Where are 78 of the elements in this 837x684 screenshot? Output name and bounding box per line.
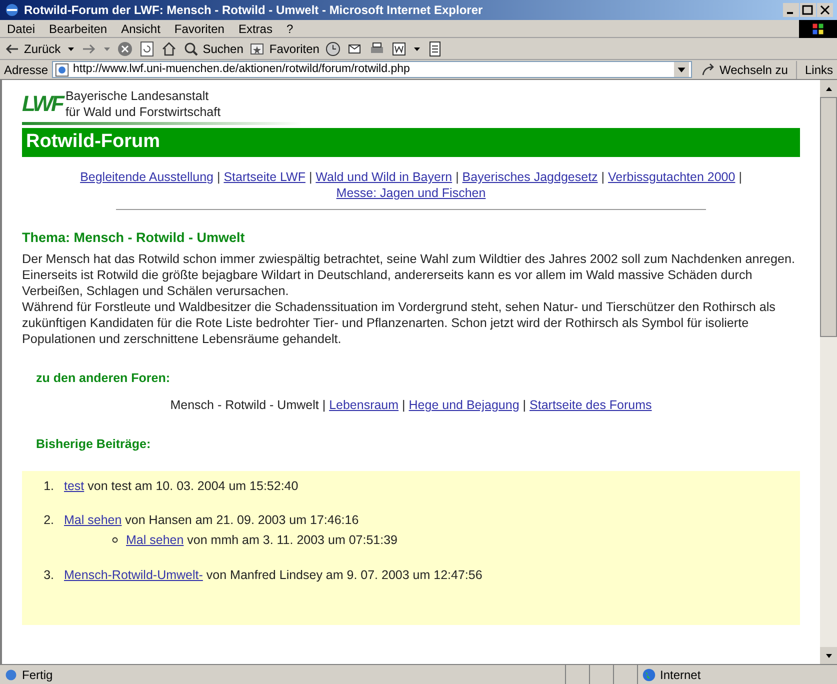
forum-link[interactable]: Startseite des Forums xyxy=(530,398,652,412)
forum-link[interactable]: Lebensraum xyxy=(329,398,399,412)
maximize-icon[interactable] xyxy=(800,3,816,17)
dropdown-icon[interactable] xyxy=(674,62,688,77)
status-text: Fertig xyxy=(22,666,53,684)
separator: | xyxy=(454,170,460,184)
post-meta: von Hansen am 21. 09. 2003 um 17:46:16 xyxy=(125,513,359,528)
menu-item[interactable]: Datei xyxy=(0,20,42,38)
post-link[interactable]: Mal sehen xyxy=(64,513,122,528)
current-forum: Mensch - Rotwild - Umwelt xyxy=(170,398,319,412)
close-icon[interactable] xyxy=(817,3,833,17)
page-icon xyxy=(4,668,18,682)
windows-logo xyxy=(799,20,837,38)
zone-text: Internet xyxy=(660,666,701,684)
list-number: 3. xyxy=(42,566,55,584)
nav-link[interactable]: Wald und Wild in Bayern xyxy=(316,170,452,184)
separator: | xyxy=(738,170,742,184)
post-link[interactable]: test xyxy=(64,478,84,492)
document-icon[interactable] xyxy=(427,40,444,56)
search-button[interactable]: Suchen xyxy=(182,40,244,58)
address-label: Adresse xyxy=(4,62,48,78)
posts-heading: Bisherige Beiträge: xyxy=(36,436,152,453)
separator: | xyxy=(600,170,606,184)
nav-link[interactable]: Startseite LWF xyxy=(224,170,306,184)
paragraph: Während für Forstleute und Waldbesitzer die Schadenssituation im Vordergrund steht, sehen Natur- und Tierschützer den Rothirsch als zukünftigen Kandidaten für die Rote Liste bedrohter Tier- und Pflanzenarten. Schon jetzt wird der Rothirsch als Symbol für isolierte Populationen und zerschnittene Lebensräume gehandelt. xyxy=(22,299,776,348)
list-number: 2. xyxy=(42,512,55,530)
favorites-button[interactable]: Favoriten xyxy=(249,40,320,58)
separator: | xyxy=(522,398,528,412)
forum-banner: Rotwild-Forum xyxy=(22,128,800,157)
organization-name: Bayerische Landesanstalt xyxy=(65,88,210,104)
menu-item[interactable]: Bearbeiten xyxy=(42,20,114,38)
paragraph: Der Mensch hat das Rotwild schon immer zwiespältig betrachtet, seine Wahl zum Wildtier des Jahres 2002 soll zum Nachdenken anregen. Einerseits ist Rotwild die größte bejagbare Wildart in Deutschland, andererseits kann es vor allem im Wald massive Schäden durch Verbeißen, Schlagen und Schälen verursachen. xyxy=(22,251,796,300)
separator: | xyxy=(216,170,222,184)
url-text: http://www.lwf.uni-muenchen.de/aktionen/rotwild/forum/rotwild.php xyxy=(73,62,410,77)
logo: LWF xyxy=(22,93,62,115)
organization-name: für Wald und Forstwirtschaft xyxy=(65,104,221,120)
globe-icon xyxy=(642,668,656,682)
reply-meta: von mmh am 3. 11. 2003 um 07:51:39 xyxy=(187,533,398,547)
reply-link[interactable]: Mal sehen xyxy=(126,533,184,547)
menu-item[interactable]: Favoriten xyxy=(167,20,232,38)
menu-item[interactable]: Ansicht xyxy=(114,20,168,38)
separator: | xyxy=(401,398,406,412)
list-number: 1. xyxy=(42,478,55,494)
window-title: Rotwild-Forum der LWF: Mensch - Rotwild - Umwelt - Microsoft Internet Explorer xyxy=(24,2,483,19)
history-icon[interactable] xyxy=(325,40,342,56)
links-label[interactable]: Links xyxy=(796,60,833,78)
post-link[interactable]: Mensch-Rotwild-Umwelt- xyxy=(64,568,203,582)
separator: | xyxy=(308,170,314,184)
nav-link[interactable]: Messe: Jagen und Fischen xyxy=(336,186,486,200)
refresh-icon[interactable] xyxy=(138,40,155,56)
minimize-icon[interactable] xyxy=(783,3,799,17)
scroll-up-icon[interactable] xyxy=(824,84,832,92)
post-meta: von test am 10. 03. 2004 um 15:52:40 xyxy=(88,478,298,492)
topic-heading: Thema: Mensch - Rotwild - Umwelt xyxy=(22,229,246,247)
go-button[interactable]: Wechseln zu xyxy=(696,60,792,78)
back-button[interactable]: Zurück xyxy=(4,40,61,58)
forum-link[interactable]: Hege und Bejagung xyxy=(408,398,520,412)
scroll-down-icon[interactable] xyxy=(824,652,832,660)
home-icon[interactable] xyxy=(160,40,177,56)
star-folder-icon xyxy=(249,40,266,56)
curved-arrow-icon xyxy=(700,62,716,78)
word-icon[interactable] xyxy=(391,40,408,56)
nav-link[interactable]: Begleitende Ausstellung xyxy=(80,170,214,184)
caret-icon[interactable] xyxy=(413,44,422,52)
menu-item[interactable]: ? xyxy=(279,20,300,38)
bullet-icon xyxy=(112,537,118,544)
nav-link[interactable]: Bayerisches Jagdgesetz xyxy=(462,170,598,184)
forums-heading: zu den anderen Foren: xyxy=(36,370,172,388)
stop-icon[interactable] xyxy=(116,40,133,56)
caret-icon[interactable] xyxy=(66,44,75,52)
page-icon xyxy=(55,62,70,76)
search-icon xyxy=(182,40,199,56)
post-meta: von Manfred Lindsey am 9. 07. 2003 um 12:47:56 xyxy=(206,568,482,582)
menu-item[interactable]: Extras xyxy=(231,20,280,38)
address-field[interactable]: http://www.lwf.uni-muenchen.de/aktionen/rotwild/forum/rotwild.php xyxy=(52,61,692,78)
scrollbar[interactable] xyxy=(820,80,837,664)
separator: | xyxy=(321,398,327,412)
nav-link[interactable]: Verbissgutachten 2000 xyxy=(608,170,736,184)
